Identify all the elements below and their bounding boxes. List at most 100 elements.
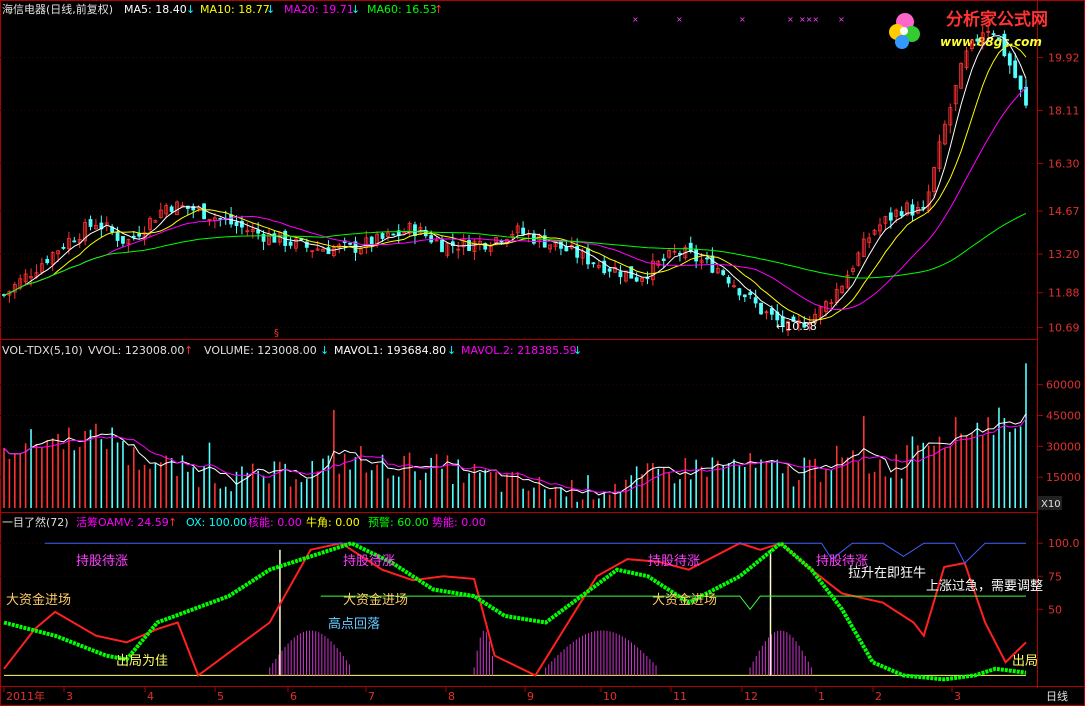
indicator-tick-label: 50 [1048,603,1062,616]
annotation-hold: 持股待涨 [76,554,128,569]
svg-text:↓: ↓ [573,344,582,357]
candle-body [169,206,174,212]
candle-body [115,232,120,241]
candle-body [72,240,77,243]
candle-body [1024,86,1028,106]
candle-body [61,246,66,249]
period-label[interactable]: 日线 [1046,689,1068,703]
mavol1-label: MAVOL1: 193684.80 [334,344,446,357]
annotation-high-fall: 高点回落 [328,616,380,632]
candle-body [634,277,639,282]
warn-label: 预警: 60.00 [368,515,429,529]
volume-unit: X10 [1041,499,1061,510]
vol-indicator-name: VOL-TDX(5,10) [2,344,83,357]
volume-tick-label: 30000 [1046,440,1081,453]
candle-body [1013,60,1018,78]
candle-body [759,302,763,315]
candle-body [88,219,93,227]
ma20-arrow: ↓ [351,3,360,16]
candle-body [618,271,623,278]
date-tick-label: 1 [818,690,825,703]
candle-body [440,239,444,253]
indicator-name: 一目了然(72) [2,515,69,529]
date-tick-label: 5 [217,690,224,703]
date-tick-label: 6 [290,690,297,703]
candle-body [645,277,650,280]
candle-body [202,203,206,220]
annotation-too-fast: 上涨过急，需要调整 [926,579,1043,594]
candle-body [521,227,526,235]
volume-tick-label: 45000 [1046,410,1081,423]
annotation-exit-best: 出局为佳 [116,654,168,669]
vvol-label: VVOL: 123008.00 [88,344,184,357]
price-tick-label: 18.11 [1048,104,1080,117]
svg-text:×××: ××× [799,15,819,24]
ma5-arrow: ↓ [186,3,195,16]
candle-body [591,262,596,265]
date-tick-label: 2011年 [6,689,45,703]
oamv-label: 活筹OAMV: 24.59 [76,515,169,529]
price-tick-label: 14.67 [1048,205,1080,218]
candle-body [769,308,774,315]
volume-header: VOL-TDX(5,10) VVOL: 123008.00 ↑ VOLUME: … [2,344,582,357]
date-tick-label: 12 [744,690,758,703]
annotation-hold: 持股待涨 [648,554,700,569]
candle-body [737,288,742,296]
candle-body [45,259,50,264]
stock-title: 海信电器(日线,前复权) [2,2,113,16]
svg-text:↓: ↓ [320,344,329,357]
candle-body [261,233,266,242]
core-label: 核能: 0.00 [248,515,302,529]
candle-body [742,294,747,298]
svg-text:↑: ↑ [168,516,177,529]
volume-label: VOLUME: 123008.00 [204,344,317,357]
indicator-tick-label: 100.0 [1048,537,1080,550]
candle-body [991,33,996,36]
price-tick-label: 19.92 [1048,51,1080,64]
price-tick-label: 11.88 [1048,287,1080,300]
date-tick-label: 10 [603,690,617,703]
candle-body [721,270,726,275]
candle-body [1018,75,1023,90]
annotation-big-money: 大资金进场 [343,592,408,608]
svg-text:↓: ↓ [447,344,456,357]
candle-body [726,277,731,284]
svg-text:×: × [838,15,845,24]
date-tick-label: 11 [673,690,687,703]
logo-name: 分析家公式网 [946,9,1048,30]
ma5-label: MA5: 18.40 [124,3,187,16]
annotation-hold: 持股待涨 [343,554,395,569]
candle-body [413,224,417,236]
ma20-label: MA20: 19.71 [284,3,354,16]
candle-body [218,218,223,220]
candle-body [694,249,699,262]
annotation-bull: 拉升在即狂牛 [848,566,926,581]
date-tick-label: 7 [368,690,375,703]
svg-text:×: × [739,15,746,24]
shi-label: 势能: 0.00 [432,515,486,529]
ma10-label: MA10: 18.77 [200,3,270,16]
date-tick-label: 3 [66,690,73,703]
candle-body [429,235,434,243]
niujiao-label: 牛角: 0.00 [306,515,360,529]
svg-text:↑: ↑ [184,344,193,357]
candle-body [975,38,980,42]
date-tick-label: 8 [448,690,455,703]
annotation-big-money: 大资金进场 [6,592,71,608]
ox-label: OX: 100.00 [186,516,247,529]
candle-body [888,212,893,221]
candle-body [121,236,125,244]
candle-body [380,233,385,239]
stock-chart[interactable]: 海信电器(日线,前复权) MA5: 18.40 ↓ MA10: 18.77 ↓ … [0,0,1085,706]
candle-body [564,246,569,252]
candle-body [1007,53,1012,66]
candle-body [607,268,612,272]
candle-body [705,257,709,260]
candle-body [234,221,239,226]
ma10-arrow: ↓ [266,3,275,16]
candle-body [137,233,142,237]
candle-body [326,247,331,255]
candle-body [661,258,666,262]
ma60-arrow: ↑ [434,3,443,16]
candle-body [748,292,753,296]
